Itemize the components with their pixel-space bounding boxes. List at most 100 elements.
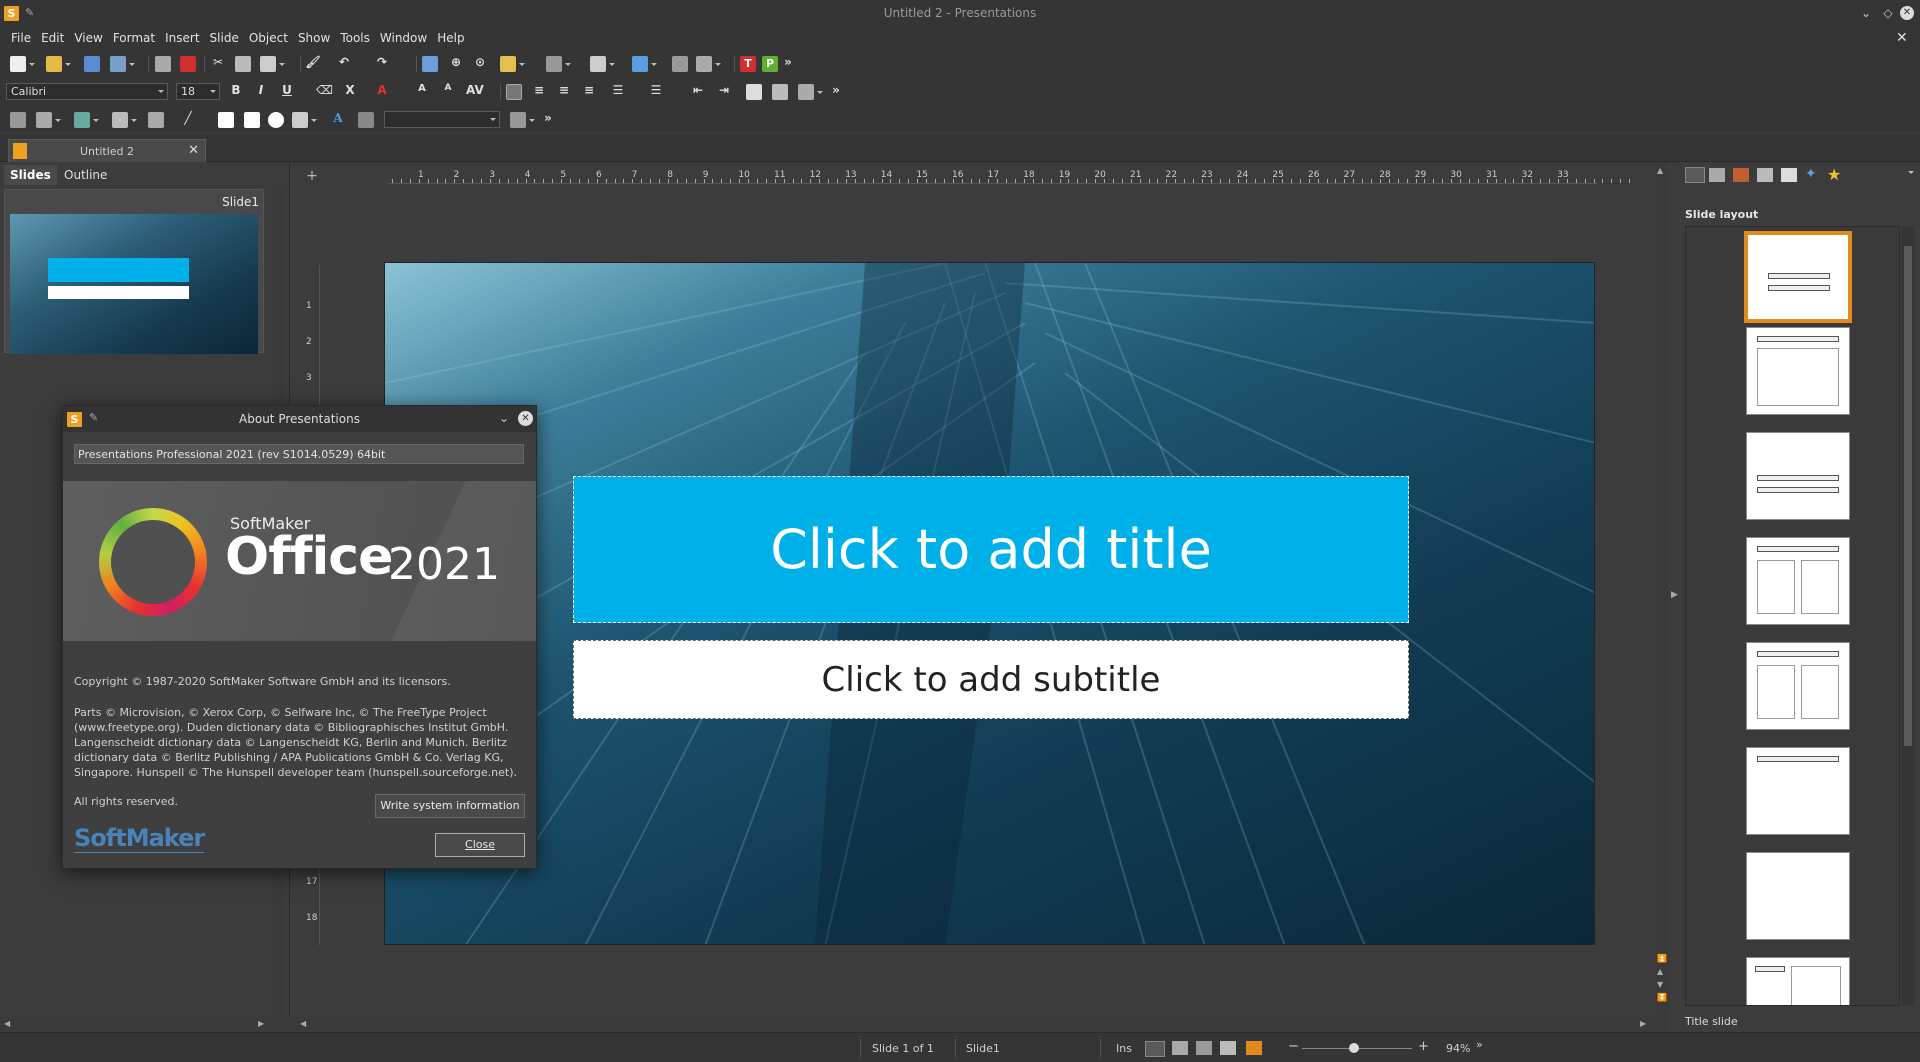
cut-icon[interactable]: ✂ bbox=[210, 55, 226, 69]
export-pdf-icon[interactable] bbox=[180, 56, 196, 72]
zoom-slider-knob[interactable] bbox=[1348, 1043, 1359, 1053]
menu-edit[interactable]: Edit bbox=[36, 27, 69, 45]
zoom-out-icon[interactable]: − bbox=[1288, 1039, 1299, 1054]
favorites-star-icon[interactable]: ★ bbox=[1827, 165, 1841, 184]
numbering-icon[interactable]: ☰ bbox=[648, 83, 664, 97]
animation-icon[interactable]: ✦ bbox=[1805, 166, 1817, 182]
more-chevron-icon[interactable]: » bbox=[780, 55, 796, 69]
object-style-field[interactable] bbox=[384, 111, 500, 128]
status-more-icon[interactable]: » bbox=[1476, 1038, 1483, 1051]
menu-show[interactable]: Show bbox=[293, 27, 335, 45]
save-all-icon[interactable] bbox=[110, 56, 135, 72]
ruler-corner-icon[interactable]: + bbox=[304, 168, 320, 184]
print-icon[interactable] bbox=[155, 56, 171, 72]
align-left-icon[interactable] bbox=[506, 84, 522, 100]
grid-icon[interactable] bbox=[510, 112, 535, 128]
close-window-icon[interactable]: ✕ bbox=[1900, 6, 1914, 20]
slide-thumbnail-item[interactable]: Slide1 bbox=[4, 189, 264, 354]
textart-icon[interactable]: A bbox=[330, 111, 346, 125]
zoom-level[interactable]: 94% bbox=[1446, 1042, 1470, 1055]
underline-icon[interactable]: U bbox=[279, 83, 295, 97]
layout-panel-icon[interactable] bbox=[1685, 167, 1705, 183]
title-placeholder[interactable]: Click to add title bbox=[573, 476, 1409, 623]
group-icon[interactable] bbox=[358, 112, 374, 128]
media-icon[interactable] bbox=[696, 56, 721, 72]
normal-view-icon[interactable] bbox=[1145, 1041, 1165, 1057]
maximize-icon[interactable]: ◇ bbox=[1880, 5, 1896, 21]
more-format-chevron-icon[interactable]: » bbox=[828, 83, 844, 97]
line-icon[interactable]: ╱ bbox=[180, 111, 196, 125]
horizontal-scrollbar[interactable]: ◀ ▶ ◀ ▶ bbox=[0, 1017, 1655, 1031]
copy-icon[interactable] bbox=[235, 56, 251, 72]
frame-icon[interactable] bbox=[112, 112, 137, 128]
sidebar-menu-icon[interactable] bbox=[1908, 171, 1914, 177]
menu-insert[interactable]: Insert bbox=[160, 27, 204, 45]
scroll-right-pane-icon[interactable]: ▶ bbox=[258, 1019, 264, 1028]
slide-canvas[interactable]: Click to add title Click to add subtitle bbox=[384, 262, 1595, 945]
layout-two-content[interactable] bbox=[1746, 537, 1850, 625]
menu-file[interactable]: File bbox=[6, 27, 36, 45]
sidebar-collapse-icon[interactable]: ▶ bbox=[1671, 590, 1678, 600]
font-size-field[interactable]: 18 bbox=[176, 83, 220, 100]
increase-indent-icon[interactable]: ⇥ bbox=[716, 83, 732, 97]
rounded-rect-icon[interactable] bbox=[244, 112, 260, 128]
select-icon[interactable] bbox=[10, 112, 26, 128]
design-panel-icon[interactable] bbox=[1709, 168, 1725, 182]
zoom-in-icon[interactable]: ⊕ bbox=[448, 55, 464, 69]
shrink-font-icon[interactable]: A bbox=[440, 83, 456, 93]
menu-tools[interactable]: Tools bbox=[335, 27, 375, 45]
chart-icon[interactable] bbox=[672, 56, 688, 72]
dialog-close-icon[interactable]: ✕ bbox=[518, 411, 533, 426]
zoom-in-status-icon[interactable]: + bbox=[1418, 1039, 1429, 1054]
layout-title-only[interactable] bbox=[1746, 747, 1850, 835]
layout-title-slide[interactable] bbox=[1744, 231, 1852, 323]
scroll-left-icon[interactable]: ◀ bbox=[4, 1019, 10, 1028]
menu-object[interactable]: Object bbox=[244, 27, 293, 45]
align-center-icon[interactable]: ≡ bbox=[531, 83, 547, 97]
insert-table-icon[interactable] bbox=[500, 56, 525, 72]
menu-help[interactable]: Help bbox=[432, 27, 469, 45]
ole-icon[interactable] bbox=[148, 112, 164, 128]
document-tab[interactable]: Untitled 2 ✕ bbox=[8, 139, 206, 162]
open-folder-icon[interactable] bbox=[46, 56, 71, 72]
layout-comparison[interactable] bbox=[1746, 642, 1850, 730]
outline-view-icon[interactable] bbox=[1196, 1041, 1212, 1055]
new-slide-icon[interactable] bbox=[590, 56, 615, 72]
dialog-title-bar[interactable]: S ✎ About Presentations ⌄ ✕ bbox=[63, 406, 536, 432]
slide-sorter-icon[interactable] bbox=[1172, 1041, 1188, 1055]
dialog-minimize-icon[interactable]: ⌄ bbox=[499, 411, 509, 425]
format-painter-icon[interactable]: 🖌 bbox=[305, 55, 321, 69]
canvas-scroll-left-icon[interactable]: ◀ bbox=[300, 1019, 306, 1028]
bold-icon[interactable]: B bbox=[228, 83, 244, 97]
ellipse-icon[interactable] bbox=[268, 112, 284, 128]
menu-format[interactable]: Format bbox=[108, 27, 160, 45]
minimize-icon[interactable]: ⌄ bbox=[1858, 5, 1874, 21]
layout-scrollbar[interactable] bbox=[1902, 226, 1914, 1006]
layout-content-caption[interactable] bbox=[1746, 957, 1850, 1005]
close-button[interactable]: Close bbox=[435, 833, 525, 857]
layout-blank[interactable] bbox=[1746, 852, 1850, 940]
italic-icon[interactable]: I bbox=[253, 83, 269, 97]
new-document-icon[interactable] bbox=[10, 56, 35, 72]
redo-icon[interactable]: ↷ bbox=[374, 55, 390, 69]
spellcheck-icon[interactable] bbox=[632, 56, 657, 72]
horizontal-ruler[interactable]: 1 2 3 4 5 6 7 8 9 10 11 12 13 14 15 16 17 18 19 20 21 22 23 24 2… bbox=[388, 168, 1631, 184]
autoshape-icon[interactable] bbox=[292, 112, 317, 128]
font-color-icon[interactable]: A bbox=[374, 83, 390, 97]
subtitle-placeholder[interactable]: Click to add subtitle bbox=[573, 640, 1409, 719]
tab-slides[interactable]: Slides bbox=[4, 165, 57, 185]
menu-view[interactable]: View bbox=[69, 27, 107, 45]
text-frame-icon[interactable] bbox=[772, 84, 788, 100]
tab-outline[interactable]: Outline bbox=[58, 165, 113, 185]
clear-format-icon[interactable]: ⌫ bbox=[316, 83, 333, 97]
layout-icon[interactable] bbox=[546, 56, 571, 72]
notes-view-icon[interactable] bbox=[1220, 1041, 1236, 1055]
grow-font-icon[interactable]: A bbox=[414, 83, 430, 94]
zoom-icon[interactable]: ⊙ bbox=[472, 55, 488, 69]
scroll-up-icon[interactable]: ▲ bbox=[1657, 166, 1667, 175]
slide-view-icon[interactable] bbox=[422, 56, 438, 72]
page-setup-icon[interactable] bbox=[798, 84, 823, 100]
status-insert-mode[interactable]: Ins bbox=[1116, 1042, 1132, 1055]
page-nav-icon[interactable]: ⏫ ▲ ▼ ⏬ bbox=[1657, 952, 1667, 1012]
canvas-vertical-scrollbar[interactable]: ▲ ⏫ ▲ ▼ ⏬ bbox=[1655, 162, 1669, 1032]
